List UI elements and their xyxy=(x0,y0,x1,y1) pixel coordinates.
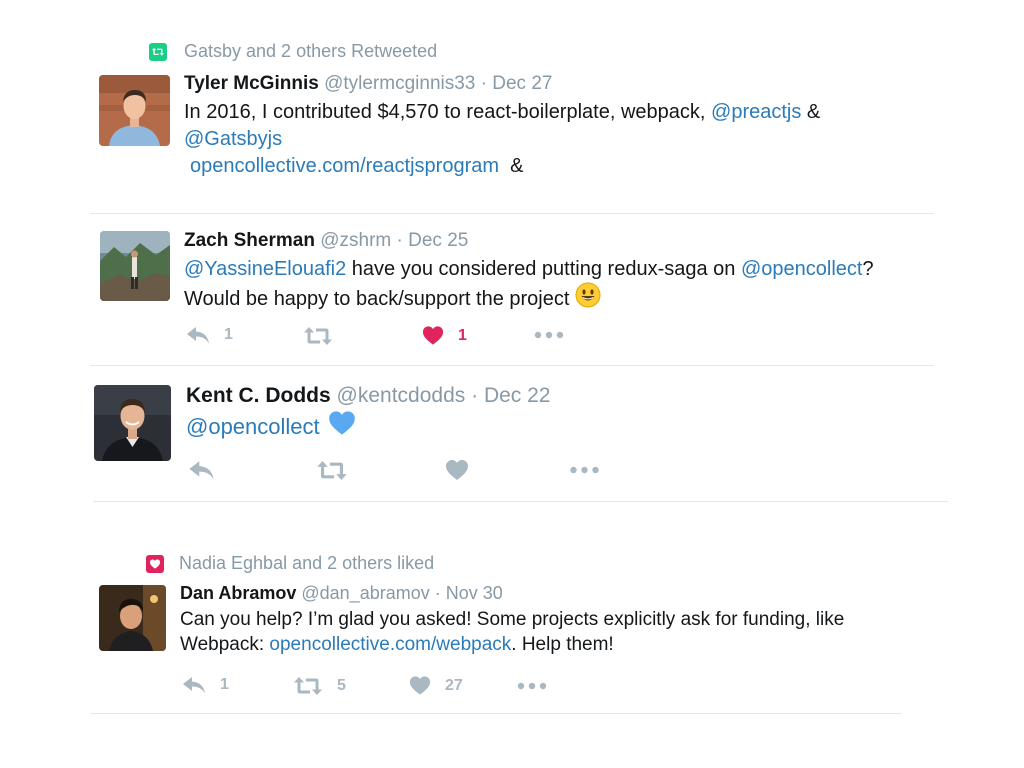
heart-icon xyxy=(409,675,431,696)
like-context-text[interactable]: Nadia Eghbal and 2 others liked xyxy=(179,553,434,574)
tweet-date[interactable]: Dec 25 xyxy=(408,230,468,251)
reply-icon xyxy=(188,459,215,481)
more-button[interactable] xyxy=(569,466,600,474)
mention-link[interactable]: @opencollect xyxy=(741,258,862,280)
tweet-date[interactable]: Dec 27 xyxy=(492,73,552,94)
separator-dot: · xyxy=(396,230,403,251)
tweet-text-line-2: Would be happy to back/support the proje… xyxy=(184,282,601,315)
author-name[interactable]: Dan Abramov xyxy=(180,583,296,603)
author-name[interactable]: Zach Sherman xyxy=(184,230,315,251)
mention-link[interactable]: @YassineElouafi2 xyxy=(184,258,346,280)
avatar[interactable] xyxy=(100,231,170,301)
retweet-icon xyxy=(293,676,323,696)
tweet-text: Would be happy to back/support the proje… xyxy=(184,287,570,310)
avatar[interactable] xyxy=(94,385,171,461)
reply-button[interactable] xyxy=(188,459,215,481)
divider xyxy=(90,213,934,214)
tweet-text-line-1: @YassineElouafi2 have you considered put… xyxy=(184,256,874,282)
author-name[interactable]: Tyler McGinnis xyxy=(184,73,319,94)
blue-heart-emoji-icon xyxy=(328,410,356,444)
heart-icon xyxy=(445,459,469,481)
like-button[interactable]: 1 xyxy=(422,325,467,346)
more-button[interactable] xyxy=(534,331,564,339)
like-count: 1 xyxy=(458,326,467,344)
reply-count: 1 xyxy=(220,676,229,693)
like-button[interactable] xyxy=(445,459,469,481)
tweet-text-line-1: In 2016, I contributed $4,570 to react-b… xyxy=(184,99,820,125)
avatar[interactable] xyxy=(99,585,166,651)
tweet-text-line-1: @opencollect xyxy=(186,410,356,444)
avatar[interactable] xyxy=(99,75,170,146)
author-handle[interactable]: @zshrm xyxy=(320,230,391,251)
tweet-text: ? xyxy=(862,258,874,280)
tweet-text: Can you help? I’m glad you asked! Some p… xyxy=(180,609,845,630)
divider xyxy=(90,713,902,714)
reply-button[interactable]: 1 xyxy=(182,675,229,695)
tweet-text-line-3: opencollective.com/reactjsprogram & xyxy=(190,153,524,179)
retweet-button[interactable] xyxy=(303,326,333,346)
tweet-text-line-2: @Gatsbyjs xyxy=(184,126,282,152)
author-name[interactable]: Kent C. Dodds xyxy=(186,384,331,407)
tweet-text: have you considered putting redux-saga o… xyxy=(346,258,741,280)
author-handle[interactable]: @kentcdodds xyxy=(337,384,466,407)
tweet-text: & xyxy=(801,101,821,123)
tweet-text: . Help them! xyxy=(511,634,614,655)
tweet-text: Webpack: xyxy=(180,634,270,655)
mention-link[interactable]: @opencollect xyxy=(186,412,320,442)
divider xyxy=(93,501,948,502)
mention-link[interactable]: @Gatsbyjs xyxy=(184,128,282,150)
author-handle[interactable]: @dan_abramov xyxy=(301,583,429,603)
reply-button[interactable]: 1 xyxy=(186,325,233,345)
author-handle[interactable]: @tylermcginnis33 xyxy=(324,73,475,94)
url-link[interactable]: opencollective.com/webpack xyxy=(269,634,511,655)
retweet-context-text[interactable]: Gatsby and 2 others Retweeted xyxy=(184,41,437,62)
url-link[interactable]: opencollective.com/reactjsprogram xyxy=(190,155,499,177)
like-button[interactable]: 27 xyxy=(409,675,463,696)
more-button[interactable] xyxy=(517,682,547,690)
smiley-emoji-icon xyxy=(575,282,601,315)
retweet-button[interactable]: 5 xyxy=(293,676,346,696)
reply-count: 1 xyxy=(224,326,233,343)
tweet-text-line-1: Can you help? I’m glad you asked! Some p… xyxy=(180,607,844,633)
separator-dot: · xyxy=(434,583,441,603)
mention-link[interactable]: @preactjs xyxy=(711,101,801,123)
tweet-date[interactable]: Nov 30 xyxy=(446,583,503,603)
tweet-text: In 2016, I contributed $4,570 to react-b… xyxy=(184,101,712,123)
separator-dot: · xyxy=(471,384,479,407)
retweet-icon xyxy=(303,326,333,346)
retweet-button[interactable] xyxy=(316,460,348,481)
more-icon xyxy=(517,682,547,690)
retweet-icon xyxy=(316,460,348,481)
tweet-date[interactable]: Dec 22 xyxy=(484,384,551,407)
reply-icon xyxy=(186,325,210,345)
retweet-count: 5 xyxy=(337,677,346,694)
like-context-icon xyxy=(146,555,164,573)
like-count: 27 xyxy=(445,676,463,694)
separator-dot: · xyxy=(480,73,487,94)
retweet-context-icon xyxy=(149,43,167,61)
tweet-text: & xyxy=(510,155,524,177)
reply-icon xyxy=(182,675,206,695)
more-icon xyxy=(534,331,564,339)
divider xyxy=(90,365,934,366)
heart-icon xyxy=(422,325,444,346)
tweet-text-line-2: Webpack: opencollective.com/webpack. Hel… xyxy=(180,632,614,658)
more-icon xyxy=(569,466,600,474)
